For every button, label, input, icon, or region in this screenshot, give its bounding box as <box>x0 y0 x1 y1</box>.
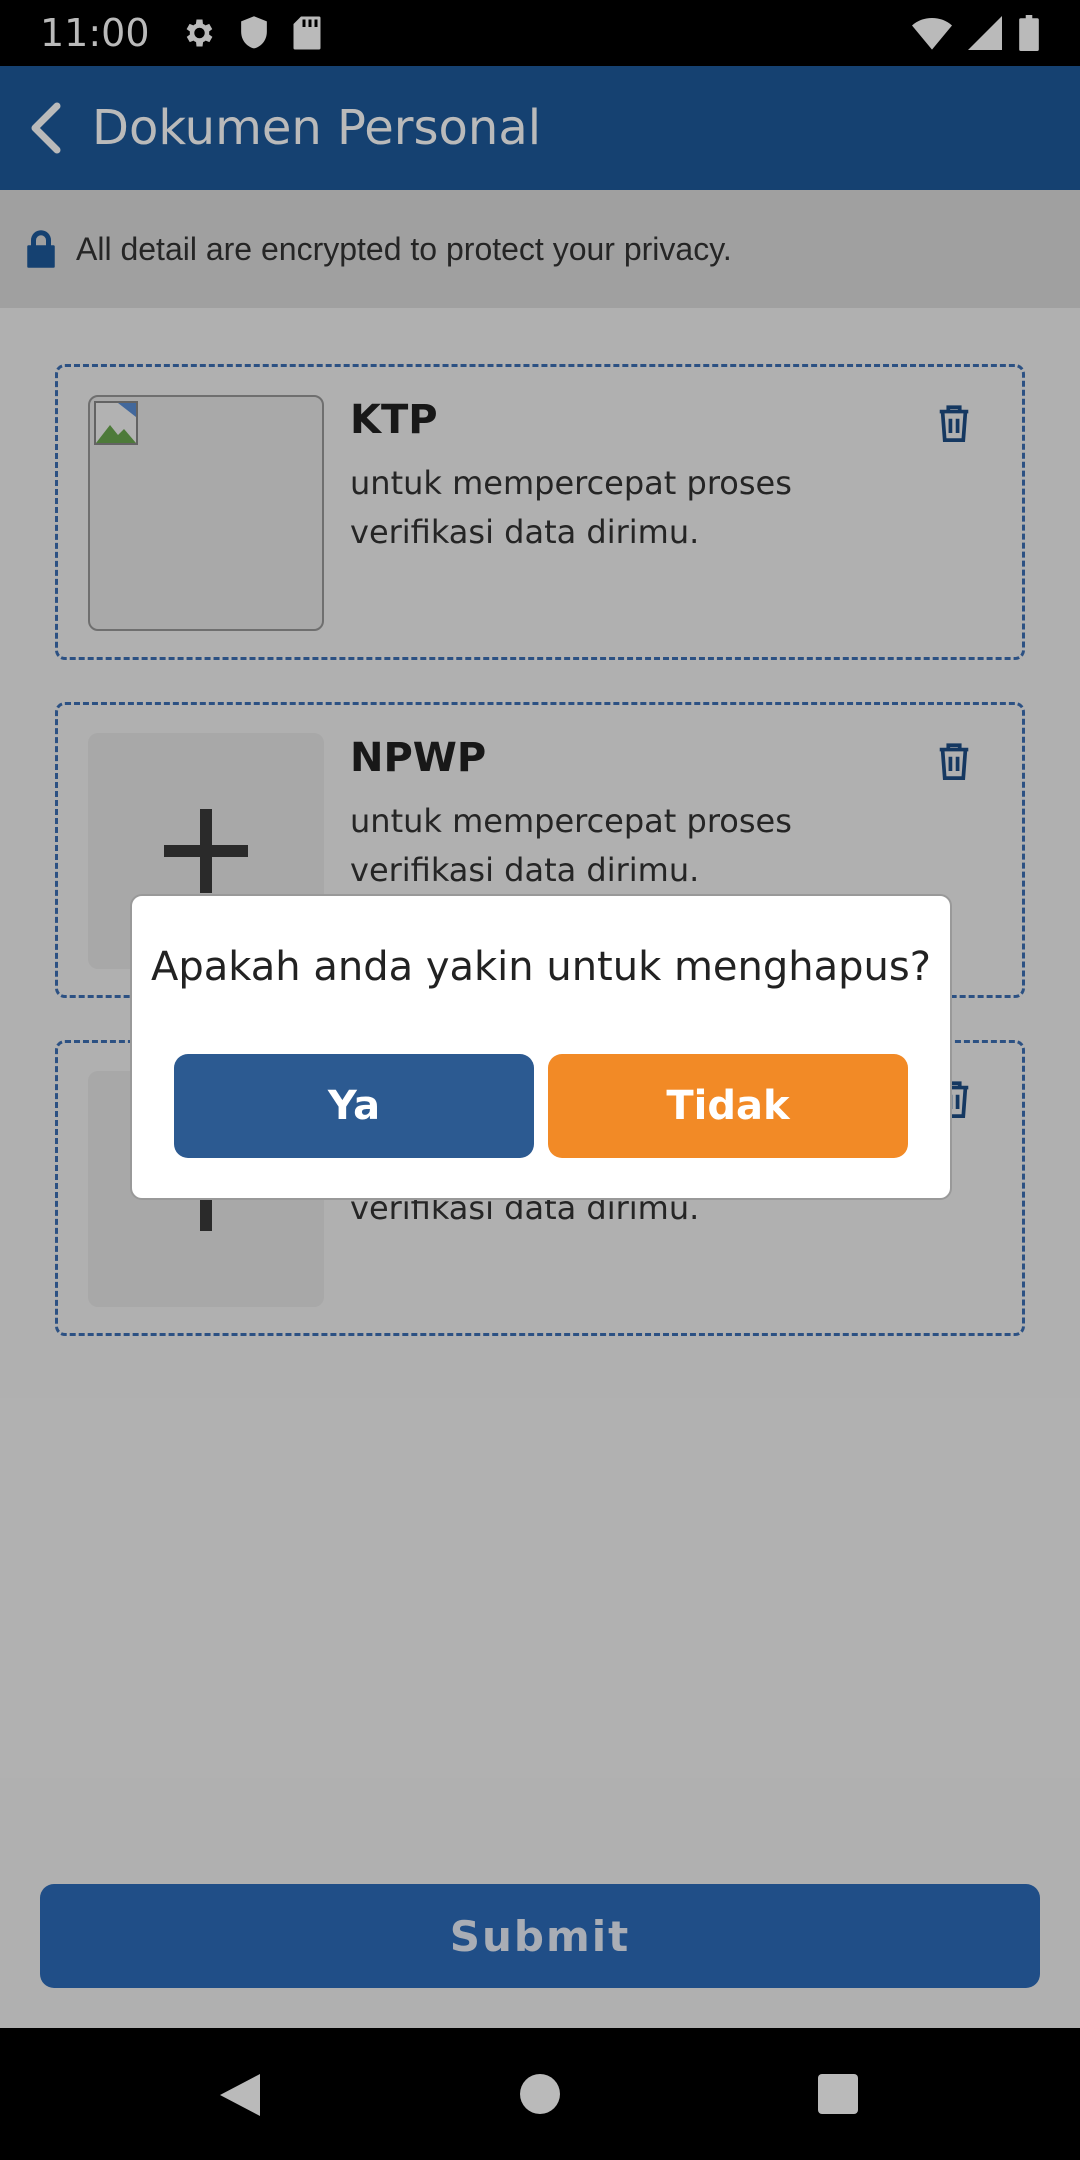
confirm-no-button[interactable]: Tidak <box>548 1054 908 1158</box>
dialog-message: Apakah anda yakin untuk menghapus? <box>151 944 931 990</box>
confirm-yes-button[interactable]: Ya <box>174 1054 534 1158</box>
confirm-delete-dialog: Apakah anda yakin untuk menghapus? Ya Ti… <box>130 894 952 1200</box>
